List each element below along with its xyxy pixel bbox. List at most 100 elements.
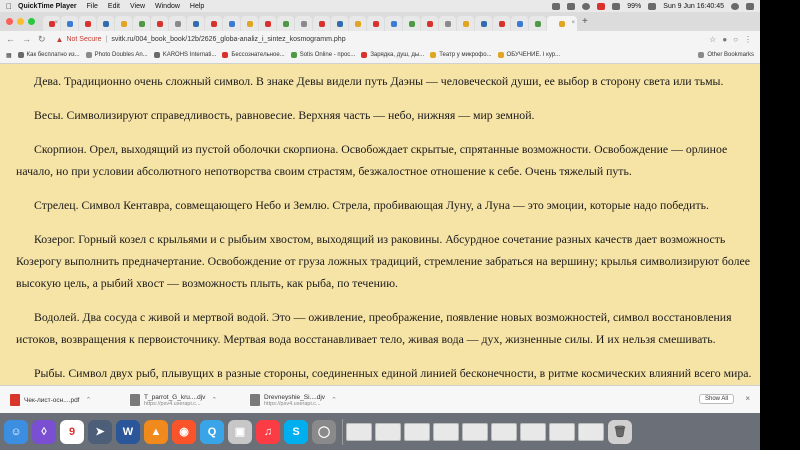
battery-percent[interactable]: 99% — [627, 3, 641, 10]
bookmark-item[interactable]: Как бесплатно из... — [17, 52, 80, 58]
bookmark-item[interactable]: Зарядка, душ, ды... — [361, 52, 424, 58]
chevron-up-icon[interactable]: ⌃ — [211, 396, 217, 404]
browser-tab[interactable] — [241, 16, 258, 31]
extension-icon[interactable]: ● — [722, 35, 727, 44]
browser-tab[interactable] — [349, 16, 366, 31]
browser-tab[interactable] — [421, 16, 438, 31]
browser-tab[interactable] — [493, 16, 510, 31]
browser-tab[interactable] — [259, 16, 276, 31]
menu-edit[interactable]: Edit — [108, 3, 120, 10]
reload-icon[interactable]: ↻ — [38, 34, 46, 45]
browser-tab[interactable] — [511, 16, 528, 31]
clock[interactable]: Sun 9 Jun 16:40:45 — [663, 3, 724, 10]
search-icon[interactable] — [731, 2, 739, 10]
finder-icon[interactable]: ☺ — [4, 419, 28, 444]
bookmark-item[interactable]: ОБУЧЕНИЕ. I кур... — [497, 52, 560, 58]
skype-icon[interactable]: S — [284, 419, 308, 444]
active-browser-tab[interactable]: × — [547, 16, 577, 31]
browser-tab[interactable] — [367, 16, 384, 31]
screen-icon[interactable] — [567, 2, 576, 10]
chevron-up-icon[interactable]: ⌃ — [86, 396, 92, 404]
dropbox-icon[interactable] — [552, 2, 561, 10]
record-icon[interactable] — [597, 2, 606, 10]
minimized-window-thumbnail[interactable] — [578, 422, 604, 441]
screenshot-icon[interactable]: ◯ — [312, 419, 336, 444]
bookmark-item[interactable]: Бессознательное... — [222, 52, 285, 58]
minimized-window-thumbnail[interactable] — [462, 422, 488, 441]
profile-icon[interactable]: ○ — [733, 35, 738, 44]
minimized-window-thumbnail[interactable] — [433, 422, 459, 441]
browser-tab[interactable] — [457, 16, 474, 31]
bookmark-item[interactable]: Театр у микрофо... — [430, 52, 492, 58]
browser-tab[interactable] — [403, 16, 420, 31]
minimized-window-thumbnail[interactable] — [520, 422, 546, 441]
minimized-window-thumbnail[interactable] — [346, 422, 372, 441]
bookmark-item[interactable]: KAROHS Internati... — [153, 52, 216, 58]
wifi-icon[interactable] — [612, 2, 621, 10]
download-item[interactable]: Чек-лист-осн....pdf ⌃ — [10, 394, 120, 406]
browser-tab[interactable] — [295, 16, 312, 31]
browser-tab[interactable] — [313, 16, 330, 31]
menu-icon[interactable]: ⋮ — [744, 35, 752, 44]
browser-tab[interactable] — [385, 16, 402, 31]
close-window-icon[interactable] — [6, 18, 13, 25]
minimized-window-thumbnail[interactable] — [375, 422, 401, 441]
download-item[interactable]: T_parrot_G_kru....djv https://psv4.userap… — [130, 394, 240, 407]
browser-tab[interactable] — [115, 16, 132, 31]
tab-close-icon[interactable]: × — [54, 20, 58, 26]
menu-file[interactable]: File — [87, 3, 98, 10]
browser-tab[interactable] — [439, 16, 456, 31]
bookmark-star-icon[interactable]: ☆ — [709, 35, 716, 44]
bookmark-item[interactable]: Sotis Online - прос... — [290, 52, 355, 58]
bookmark-item[interactable]: Photo Doubles An... — [85, 52, 148, 58]
minimized-window-thumbnail[interactable] — [491, 422, 517, 441]
preview-icon[interactable]: ▣ — [228, 419, 252, 444]
browser-tab[interactable]: × — [43, 16, 60, 31]
browser-tab[interactable] — [223, 16, 240, 31]
menu-window[interactable]: Window — [155, 3, 180, 10]
back-icon[interactable]: ← — [6, 34, 15, 45]
time-machine-icon[interactable] — [582, 2, 591, 10]
vlc-icon[interactable]: ▲ — [144, 419, 168, 444]
calendar-icon[interactable]: 9 — [60, 419, 84, 444]
brave-icon[interactable]: ◉ — [172, 419, 196, 444]
apps-icon[interactable]: ▦ — [6, 52, 12, 59]
minimized-window-thumbnail[interactable] — [549, 422, 575, 441]
new-tab-icon[interactable]: + — [582, 16, 588, 27]
browser-tab[interactable] — [205, 16, 222, 31]
tab-close-icon[interactable]: × — [571, 20, 575, 26]
not-secure-label[interactable]: Not Secure — [66, 36, 101, 43]
browser-tab[interactable] — [79, 16, 96, 31]
chevron-up-icon[interactable]: ⌃ — [331, 396, 337, 404]
launchpad-icon[interactable]: ➤ — [88, 419, 112, 444]
browser-tab[interactable] — [331, 16, 348, 31]
url-field[interactable]: svitk.ru/004_book_book/12b/2626_globa-an… — [111, 36, 345, 43]
browser-tab[interactable] — [97, 16, 114, 31]
zoom-window-icon[interactable] — [28, 18, 35, 25]
browser-tab[interactable] — [277, 16, 294, 31]
forward-icon[interactable]: → — [22, 34, 31, 45]
music-icon[interactable]: ♫ — [256, 419, 280, 444]
trash-icon[interactable]: 🗑 — [608, 419, 632, 444]
browser-tab[interactable] — [529, 16, 546, 31]
browser-tab[interactable] — [475, 16, 492, 31]
browser-tab[interactable] — [133, 16, 150, 31]
browser-tab[interactable] — [151, 16, 168, 31]
menu-app-name[interactable]: QuickTime Player — [18, 3, 77, 10]
minimized-window-thumbnail[interactable] — [404, 422, 430, 441]
quicktime-icon[interactable]: Q — [200, 419, 224, 444]
minimize-window-icon[interactable] — [17, 18, 24, 25]
apple-icon[interactable]:  — [0, 2, 18, 11]
browser-tab[interactable] — [61, 16, 78, 31]
warning-icon[interactable]: ▲ — [56, 35, 64, 44]
siri-icon[interactable]: ◊ — [32, 419, 56, 444]
menu-help[interactable]: Help — [190, 3, 204, 10]
menu-view[interactable]: View — [130, 3, 145, 10]
battery-icon[interactable] — [648, 2, 657, 10]
browser-tab[interactable] — [187, 16, 204, 31]
download-item[interactable]: Drevneyshie_Si....djv https://psv4.userap… — [250, 394, 360, 407]
show-all-button[interactable]: Show All — [698, 394, 734, 404]
notification-icon[interactable] — [746, 2, 754, 10]
close-downloads-icon[interactable]: × — [745, 394, 750, 403]
browser-tab[interactable] — [169, 16, 186, 31]
